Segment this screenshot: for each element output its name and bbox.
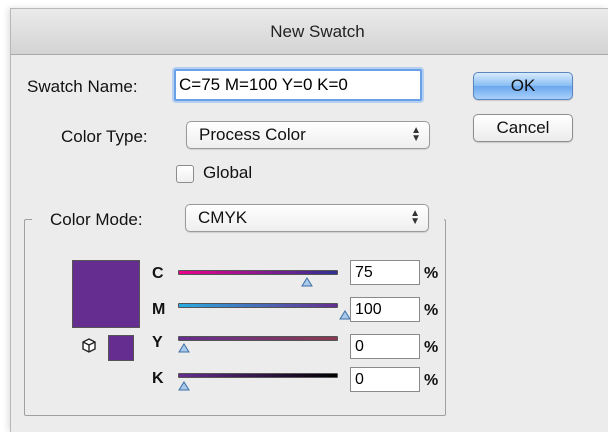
yellow-slider[interactable] (178, 336, 338, 341)
current-color-swatch (72, 260, 140, 328)
triangle-thumb-icon[interactable] (178, 381, 190, 391)
black-value-input[interactable] (350, 367, 420, 392)
cyan-slider[interactable] (178, 270, 338, 275)
yellow-percent: % (424, 339, 439, 356)
channel-label-k: K (152, 370, 164, 387)
triangle-thumb-icon[interactable] (301, 277, 313, 287)
channel-label-m: M (152, 301, 166, 318)
color-mode-select[interactable]: CMYK ▲ ▼ (185, 204, 429, 232)
black-percent: % (424, 372, 439, 389)
black-slider[interactable] (178, 373, 338, 378)
cyan-value-input[interactable] (350, 260, 420, 285)
title-bar: New Swatch (11, 9, 608, 55)
swatch-name-input[interactable] (174, 69, 422, 101)
cube-icon[interactable] (80, 337, 98, 355)
magenta-value-input[interactable] (350, 297, 420, 322)
color-mode-value: CMYK (198, 208, 248, 227)
channel-label-y: Y (152, 334, 163, 351)
ok-button[interactable]: OK (473, 72, 573, 100)
yellow-value-input[interactable] (350, 334, 420, 359)
global-label: Global (203, 163, 253, 182)
swatch-name-label: Swatch Name: (27, 77, 138, 96)
magenta-slider[interactable] (178, 303, 338, 308)
channel-label-c: C (152, 265, 164, 282)
updown-arrows-icon: ▲ ▼ (410, 208, 420, 227)
updown-arrows-icon: ▲ ▼ (411, 125, 421, 144)
cancel-button[interactable]: Cancel (473, 114, 573, 142)
color-type-value: Process Color (199, 125, 306, 144)
dialog-title: New Swatch (270, 21, 365, 41)
small-color-swatch[interactable] (108, 335, 134, 361)
color-mode-label: Color Mode: (50, 210, 143, 229)
magenta-percent: % (424, 302, 439, 319)
global-checkbox[interactable] (176, 165, 194, 183)
color-type-select[interactable]: Process Color ▲ ▼ (186, 121, 430, 149)
color-type-label: Color Type: (61, 127, 148, 146)
triangle-thumb-icon[interactable] (178, 343, 190, 353)
cyan-percent: % (424, 265, 439, 282)
